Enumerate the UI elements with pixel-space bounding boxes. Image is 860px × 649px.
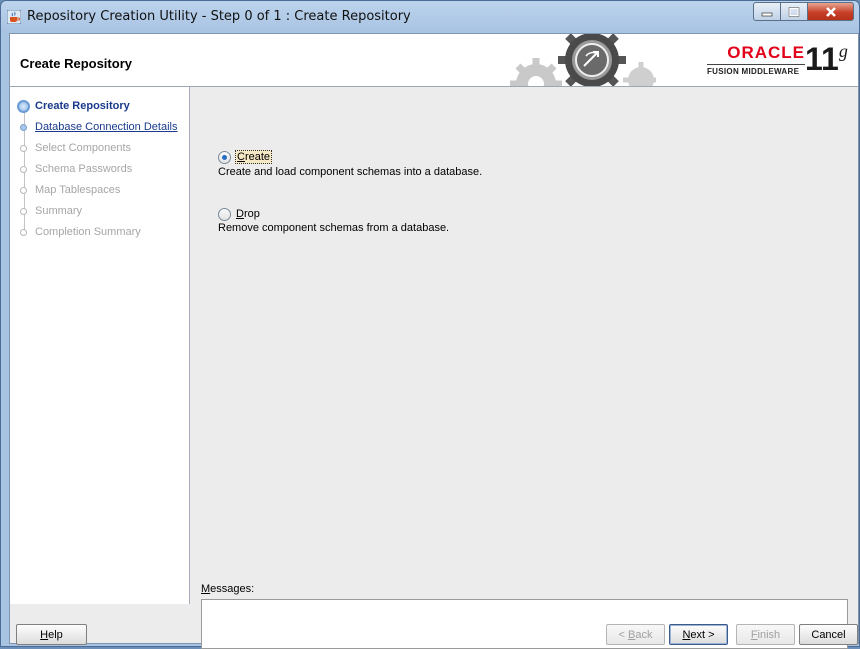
oracle-logo: ORACLE FUSION MIDDLEWARE [707, 44, 805, 76]
window-border [1, 33, 9, 644]
nav-item-label: Schema Passwords [35, 163, 133, 175]
next-button-label: Next > [682, 628, 715, 641]
title-bar[interactable]: Repository Creation Utility - Step 0 of … [1, 1, 859, 33]
nav-item-label: Map Tablespaces [35, 184, 121, 196]
wizard-content: Create Create and load component schemas… [191, 87, 858, 649]
nav-item-label: Database Connection Details [35, 121, 178, 133]
drop-radio[interactable] [218, 207, 231, 221]
drop-label-rest: rop [243, 208, 260, 220]
wizard-navigation: Create Repository Database Connection Det… [10, 87, 190, 604]
nav-item-label: Create Repository [35, 100, 130, 112]
step-marker-icon [20, 166, 27, 173]
create-label-rest: reate [244, 151, 271, 163]
maximize-icon [788, 6, 800, 17]
messages-mnemonic: M [201, 583, 211, 595]
back-button[interactable]: < Back [606, 624, 665, 645]
page-title: Create Repository [20, 56, 132, 71]
app-window: Repository Creation Utility - Step 0 of … [0, 0, 860, 649]
drop-option[interactable]: Drop [218, 206, 261, 222]
finish-button[interactable]: Finish [736, 624, 795, 645]
version-number: 11 [805, 41, 839, 77]
step-marker-icon [20, 145, 27, 152]
help-button-label: Help [40, 628, 63, 641]
version-mark: 11g [805, 42, 848, 76]
nav-item-schema-passwords: Schema Passwords [16, 163, 189, 177]
window-title: Repository Creation Utility - Step 0 of … [27, 9, 411, 24]
nav-item-label: Summary [35, 205, 83, 217]
back-button-label: < Back [618, 628, 653, 641]
step-marker-icon [20, 208, 27, 215]
create-radio[interactable] [218, 150, 231, 164]
help-button[interactable]: Help [16, 624, 87, 645]
drop-radio-label[interactable]: Drop [235, 208, 261, 220]
wizard-header: Create Repository ORACLE FUSION MIDDLEWA… [10, 34, 858, 87]
product-name: FUSION MIDDLEWARE [707, 67, 800, 76]
create-description: Create and load component schemas into a… [218, 166, 483, 178]
next-button[interactable]: Next > [669, 624, 728, 645]
nav-item-summary: Summary [16, 205, 189, 219]
wizard-client: Create Repository ORACLE FUSION MIDDLEWA… [9, 33, 859, 649]
nav-item-label: Completion Summary [35, 226, 141, 238]
nav-item-completion-summary: Completion Summary [16, 226, 189, 240]
version-letter: g [838, 41, 848, 61]
create-radio-label[interactable]: Create [235, 150, 273, 164]
drop-description: Remove component schemas from a database… [218, 222, 450, 234]
nav-item-database-connection-details[interactable]: Database Connection Details [16, 121, 189, 135]
step-marker-icon [20, 187, 27, 194]
cancel-button[interactable]: Cancel [799, 624, 858, 645]
nav-item-map-tablespaces: Map Tablespaces [16, 184, 189, 198]
nav-item-select-components: Select Components [16, 142, 189, 156]
create-mnemonic: C [237, 151, 245, 163]
create-option[interactable]: Create [218, 149, 273, 165]
minimize-button[interactable] [753, 2, 781, 21]
gears-graphic-icon [510, 34, 656, 86]
messages-label: Messages: [201, 583, 254, 595]
step-marker-icon [20, 229, 27, 236]
maximize-button[interactable] [781, 2, 808, 21]
finish-button-label: Finish [750, 628, 781, 641]
oracle-wordmark: ORACLE [727, 43, 805, 62]
messages-label-rest: essages: [210, 583, 255, 595]
step-marker-icon [20, 124, 27, 131]
drop-mnemonic: D [236, 208, 244, 220]
current-step-icon [17, 100, 30, 113]
java-cup-icon [7, 10, 21, 24]
minimize-icon [761, 12, 773, 16]
close-button[interactable] [808, 2, 854, 21]
nav-item-label: Select Components [35, 142, 131, 154]
close-icon [825, 6, 836, 17]
nav-item-create-repository[interactable]: Create Repository [16, 100, 189, 114]
cancel-button-label: Cancel [811, 628, 846, 641]
logo-divider [707, 64, 805, 65]
